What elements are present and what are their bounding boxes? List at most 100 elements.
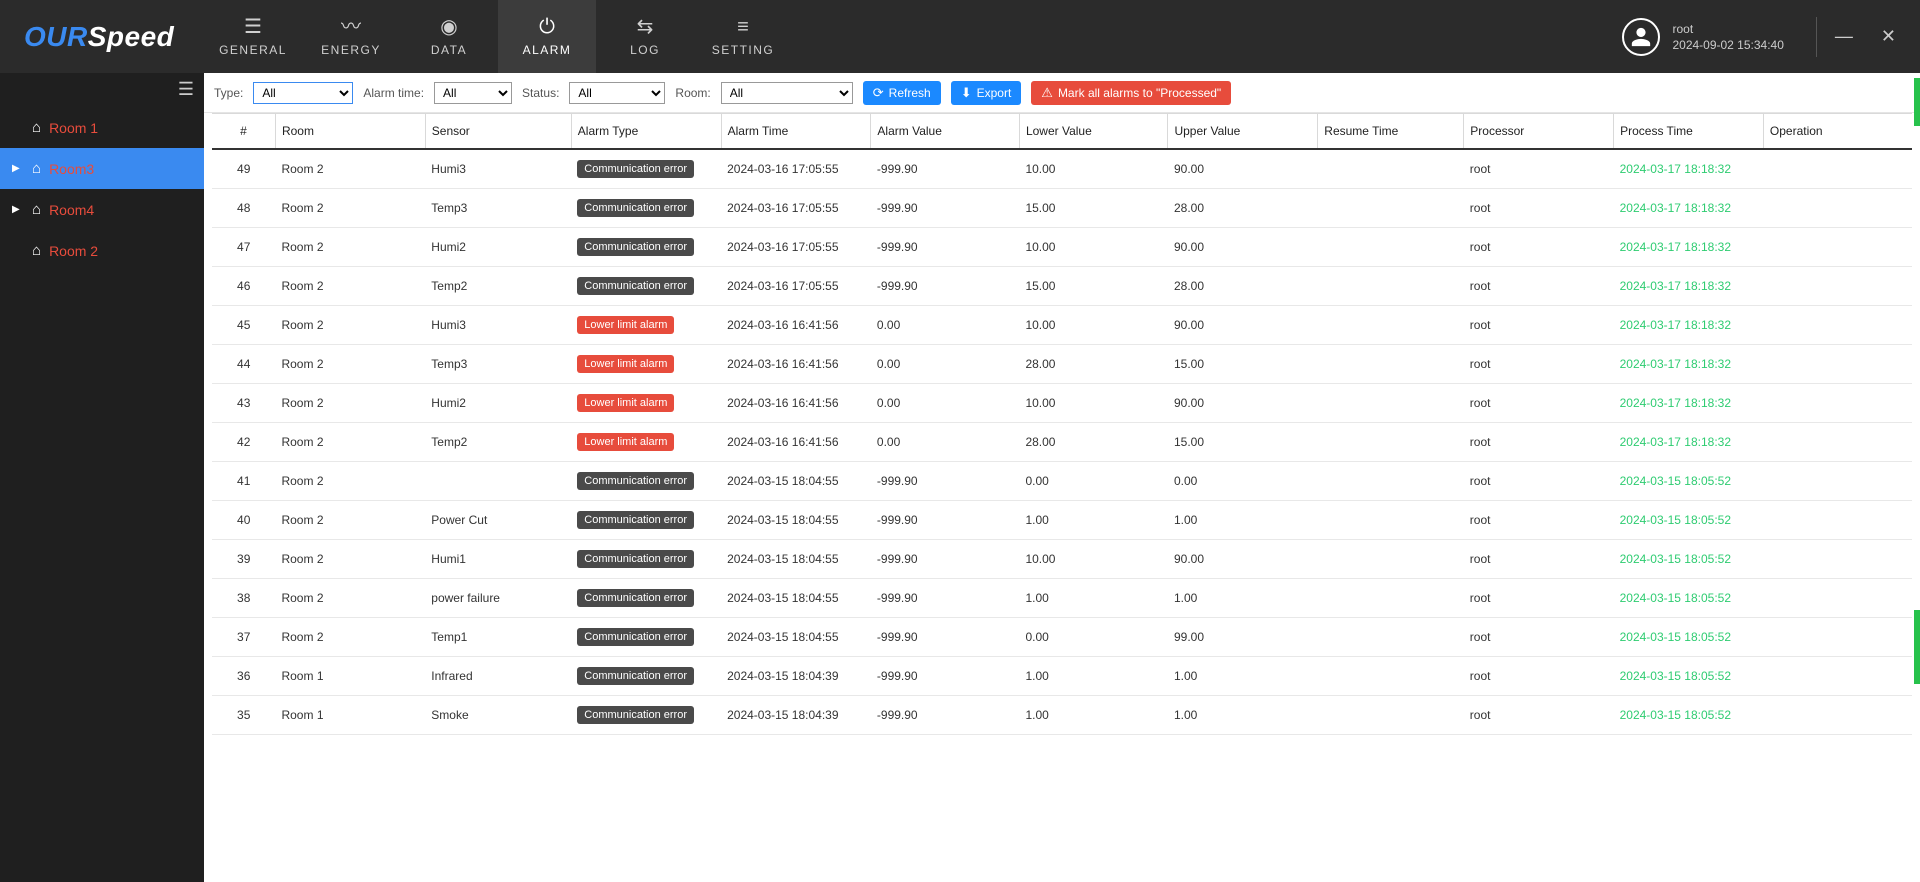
nav-tab-setting[interactable]: ≡SETTING [694, 0, 792, 73]
nav-tab-data[interactable]: ◉DATA [400, 0, 498, 73]
table-row[interactable]: 47Room 2Humi2Communication error2024-03-… [212, 228, 1912, 267]
cell-hi: 1.00 [1168, 501, 1318, 540]
cell-lo: 1.00 [1019, 579, 1168, 618]
nav-tab-label: ENERGY [321, 43, 381, 57]
table-row[interactable]: 35Room 1SmokeCommunication error2024-03-… [212, 696, 1912, 735]
table-row[interactable]: 49Room 2Humi3Communication error2024-03-… [212, 149, 1912, 189]
cell-ptime: 2024-03-15 18:05:52 [1614, 618, 1764, 657]
cell-val: -999.90 [871, 189, 1020, 228]
col-header[interactable]: Operation [1763, 114, 1912, 150]
cell-hi: 28.00 [1168, 189, 1318, 228]
brand-logo: OURSpeed [0, 0, 204, 73]
sidebar-toggle-icon[interactable]: ☰ [178, 79, 194, 100]
cell-op [1763, 501, 1912, 540]
cell-ptime: 2024-03-17 18:18:32 [1614, 423, 1764, 462]
col-header[interactable]: Lower Value [1019, 114, 1168, 150]
table-row[interactable]: 42Room 2Temp2Lower limit alarm2024-03-16… [212, 423, 1912, 462]
filter-status-select[interactable]: All [569, 82, 665, 104]
cell-hi: 90.00 [1168, 149, 1318, 189]
col-header[interactable]: Sensor [425, 114, 571, 150]
col-header[interactable]: Processor [1464, 114, 1614, 150]
nav-tab-log[interactable]: ⇆LOG [596, 0, 694, 73]
cell-room: Room 2 [275, 384, 425, 423]
cell-hi: 15.00 [1168, 345, 1318, 384]
cell-resume [1318, 657, 1464, 696]
cell-op [1763, 384, 1912, 423]
table-row[interactable]: 41Room 2Communication error2024-03-15 18… [212, 462, 1912, 501]
close-icon[interactable]: ✕ [1881, 26, 1896, 47]
cell-sensor: Humi1 [425, 540, 571, 579]
export-button[interactable]: ⬇Export [951, 81, 1022, 105]
cell-op [1763, 462, 1912, 501]
table-row[interactable]: 46Room 2Temp2Communication error2024-03-… [212, 267, 1912, 306]
col-header[interactable]: Alarm Time [721, 114, 871, 150]
cell-op [1763, 149, 1912, 189]
cell-val: -999.90 [871, 462, 1020, 501]
cell-hi: 15.00 [1168, 423, 1318, 462]
cell-proc: root [1464, 696, 1614, 735]
col-header[interactable]: Alarm Type [571, 114, 721, 150]
refresh-button[interactable]: ⟳Refresh [863, 81, 941, 105]
cell-ptime: 2024-03-17 18:18:32 [1614, 345, 1764, 384]
cell-sensor: Temp2 [425, 267, 571, 306]
mark-all-processed-button[interactable]: ⚠Mark all alarms to "Processed" [1031, 81, 1231, 105]
cell-room: Room 1 [275, 657, 425, 696]
cell-time: 2024-03-15 18:04:39 [721, 696, 871, 735]
data-icon: ◉ [440, 17, 457, 37]
sidebar-item-room4[interactable]: ▶⌂Room4 [0, 189, 204, 230]
filter-type-select[interactable]: All [253, 82, 353, 104]
cell-type: Communication error [571, 228, 721, 267]
user-avatar-icon[interactable] [1622, 18, 1660, 56]
cell-idx: 49 [212, 149, 275, 189]
cell-sensor: Temp2 [425, 423, 571, 462]
nav-tab-general[interactable]: ☰GENERAL [204, 0, 302, 73]
cell-ptime: 2024-03-15 18:05:52 [1614, 657, 1764, 696]
cell-idx: 37 [212, 618, 275, 657]
cell-idx: 41 [212, 462, 275, 501]
col-header[interactable]: Room [275, 114, 425, 150]
cell-idx: 40 [212, 501, 275, 540]
cell-sensor: Smoke [425, 696, 571, 735]
cell-sensor: Temp1 [425, 618, 571, 657]
filter-alarmtime-select[interactable]: All [434, 82, 512, 104]
sidebar-item-room3[interactable]: ▶⌂Room3 [0, 148, 204, 189]
col-header[interactable]: Alarm Value [871, 114, 1020, 150]
col-header[interactable]: Resume Time [1318, 114, 1464, 150]
table-row[interactable]: 36Room 1InfraredCommunication error2024-… [212, 657, 1912, 696]
nav-tab-energy[interactable]: 〰ENERGY [302, 0, 400, 73]
sidebar-item-room-1[interactable]: ⌂Room 1 [0, 107, 204, 148]
col-header[interactable]: Process Time [1614, 114, 1764, 150]
cell-val: 0.00 [871, 306, 1020, 345]
table-row[interactable]: 37Room 2Temp1Communication error2024-03-… [212, 618, 1912, 657]
cell-sensor [425, 462, 571, 501]
table-row[interactable]: 45Room 2Humi3Lower limit alarm2024-03-16… [212, 306, 1912, 345]
alarm-table-wrap[interactable]: #RoomSensorAlarm TypeAlarm TimeAlarm Val… [204, 113, 1920, 882]
col-header[interactable]: # [212, 114, 275, 150]
cell-hi: 1.00 [1168, 696, 1318, 735]
cell-sensor: Humi2 [425, 228, 571, 267]
cell-time: 2024-03-15 18:04:39 [721, 657, 871, 696]
table-row[interactable]: 48Room 2Temp3Communication error2024-03-… [212, 189, 1912, 228]
caret-icon: ▶ [12, 163, 22, 174]
nav-tab-alarm[interactable]: ⏻ALARM [498, 0, 596, 73]
table-row[interactable]: 40Room 2Power CutCommunication error2024… [212, 501, 1912, 540]
cell-proc: root [1464, 345, 1614, 384]
home-icon: ⌂ [32, 242, 41, 259]
col-header[interactable]: Upper Value [1168, 114, 1318, 150]
table-row[interactable]: 43Room 2Humi2Lower limit alarm2024-03-16… [212, 384, 1912, 423]
cell-sensor: power failure [425, 579, 571, 618]
cell-val: -999.90 [871, 228, 1020, 267]
cell-val: -999.90 [871, 579, 1020, 618]
cell-sensor: Humi2 [425, 384, 571, 423]
cell-sensor: Temp3 [425, 345, 571, 384]
filter-room-select[interactable]: All [721, 82, 853, 104]
minimize-icon[interactable]: — [1835, 26, 1853, 47]
cell-lo: 10.00 [1019, 540, 1168, 579]
table-row[interactable]: 38Room 2power failureCommunication error… [212, 579, 1912, 618]
nav-tab-label: ALARM [523, 43, 572, 57]
table-row[interactable]: 44Room 2Temp3Lower limit alarm2024-03-16… [212, 345, 1912, 384]
cell-room: Room 2 [275, 579, 425, 618]
cell-type: Communication error [571, 267, 721, 306]
table-row[interactable]: 39Room 2Humi1Communication error2024-03-… [212, 540, 1912, 579]
sidebar-item-room-2[interactable]: ⌂Room 2 [0, 230, 204, 271]
